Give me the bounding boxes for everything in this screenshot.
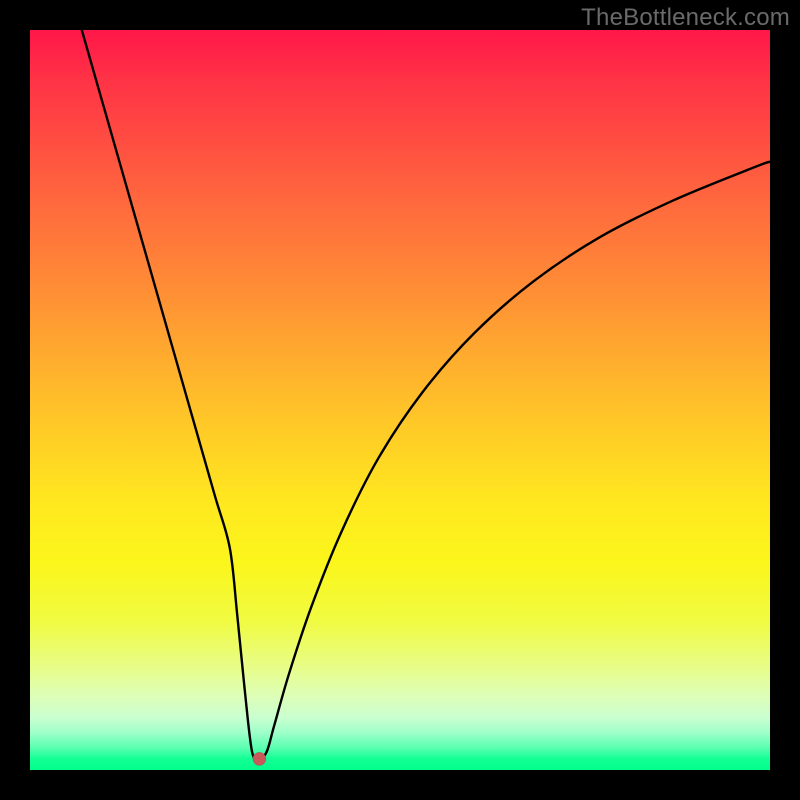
chart-svg xyxy=(30,30,770,770)
chart-plot-area xyxy=(30,30,770,770)
watermark-text: TheBottleneck.com xyxy=(581,4,790,32)
minimum-marker-dot xyxy=(253,752,266,765)
bottleneck-curve-line xyxy=(82,30,770,760)
